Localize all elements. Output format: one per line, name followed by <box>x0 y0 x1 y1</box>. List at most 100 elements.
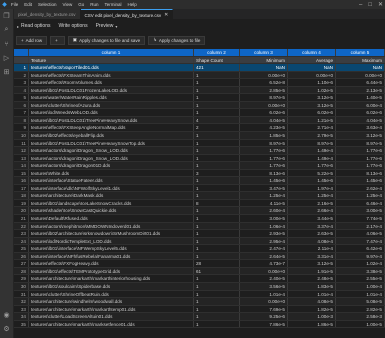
table-cell[interactable]: 2.63e-5 <box>288 230 336 237</box>
table-row[interactable]: 21 textures\Default\Rfused.dds 1 3.00e-5 3.4… <box>14 215 385 223</box>
table-cell[interactable]: 6.00e-4 <box>336 101 385 109</box>
table-row[interactable]: 7 textures\lod\WeedsWebLOD.dds 1 6.02e-6 6.0… <box>14 109 385 117</box>
table-cell[interactable]: 3.37e-4 <box>288 222 336 230</box>
table-cell[interactable]: textures\lb01\effects\TEMPrototypeGrid.d… <box>29 267 194 275</box>
table-row[interactable]: 9 textures\effects\FXSteepAngleNormalMap.… <box>14 124 385 133</box>
table-cell[interactable]: 6.46e-4 <box>336 199 385 207</box>
table-cell[interactable]: 8.13e-6 <box>240 169 288 177</box>
table-cell[interactable]: 0.00e+0 <box>288 71 336 79</box>
table-row[interactable]: 25 textures\lb01\interface\NFWempSkyLevel… <box>14 245 385 253</box>
table-cell[interactable]: 2.17e-4 <box>336 222 385 230</box>
table-cell[interactable]: 1.00e-4 <box>336 282 385 290</box>
table-cell[interactable]: 1 <box>194 101 240 109</box>
table-cell[interactable]: 2.93e-5 <box>240 230 288 237</box>
table-cell[interactable]: 3 <box>194 169 240 177</box>
table-cell[interactable]: 4.23e-5 <box>240 124 288 132</box>
table-cell[interactable]: 1.77e-6 <box>336 147 385 154</box>
table-cell[interactable]: textures\actors\mephitmon\MMDOWNIndoverd… <box>29 222 194 230</box>
table-cell[interactable]: 3.12e-5 <box>288 101 336 109</box>
table-cell[interactable]: 2.11e-4 <box>288 245 336 252</box>
table-cell[interactable]: 6.52e-8 <box>240 79 288 86</box>
table-cell[interactable]: column 4 <box>288 49 336 56</box>
table-cell[interactable]: 1 <box>194 282 240 290</box>
table-row[interactable]: 1 textures\effects\VaporTiled01.dds 421 NaN… <box>14 64 385 72</box>
table-cell[interactable]: 7.74e-5 <box>336 215 385 222</box>
source-control-icon[interactable]: ⑂ <box>0 37 13 51</box>
table-cell[interactable]: 2.82e-5 <box>336 305 385 313</box>
table-cell[interactable]: Maximum <box>336 56 385 64</box>
table-cell[interactable]: 2.58e-3 <box>336 313 385 320</box>
table-cell[interactable]: textures\interface\StatueFateer.dds <box>29 177 194 184</box>
table-cell[interactable]: 6.02e-6 <box>336 109 385 116</box>
table-row[interactable]: 14 textures\actors\dragon\Dragon01D.dds 1 1… <box>14 162 385 170</box>
table-cell[interactable]: 3.38e-5 <box>336 267 385 275</box>
table-row[interactable]: 6 textures\clutter\ShrineofAzura.dds 1 0.00… <box>14 101 385 110</box>
table-cell[interactable]: 1.45e-6 <box>288 177 336 184</box>
table-cell[interactable]: 0.00e+0 <box>240 298 288 305</box>
table-cell[interactable]: 4 <box>194 116 240 124</box>
table-row[interactable]: 10 textures\lb02\effects\eyeballFlip.dds 1… <box>14 132 385 140</box>
table-cell[interactable]: 0.00e+0 <box>240 101 288 109</box>
explorer-icon[interactable]: ❐ <box>0 9 13 23</box>
menu-item-file[interactable]: File <box>11 2 18 7</box>
table-cell[interactable]: 6.42e-6 <box>336 245 385 252</box>
table-cell[interactable]: 1 <box>194 237 240 245</box>
table-cell[interactable]: textures\actors\dragon\Dragon_Snow_LOD.d… <box>29 154 194 162</box>
table-cell[interactable]: 1.83e-5 <box>288 282 336 290</box>
table-cell[interactable]: 2.60e-4 <box>240 207 288 215</box>
table-cell[interactable]: 1 <box>194 154 240 162</box>
table-cell[interactable]: Shape Count <box>194 56 240 64</box>
table-cell[interactable]: 1 <box>194 147 240 154</box>
table-cell[interactable]: 2 <box>194 124 240 132</box>
table-cell[interactable]: textures\effects\RoomVolumes.dds <box>29 79 194 86</box>
table-cell[interactable]: 1.85e-5 <box>240 132 288 139</box>
table-cell[interactable]: 1.01e-4 <box>336 290 385 298</box>
table-cell[interactable]: 1.77e-6 <box>240 162 288 169</box>
table-cell[interactable]: 2.47e-4 <box>240 245 288 252</box>
settings-icon[interactable]: ⚙ <box>0 322 13 336</box>
table-cell[interactable]: textures\effects\VaporTiled01.dds <box>29 64 194 71</box>
table-cell[interactable]: 1 <box>194 86 240 94</box>
table-cell[interactable]: 1.77e-6 <box>336 162 385 169</box>
table-cell[interactable]: textures\shader\Ice\SnowCastQuickie.dds <box>29 207 194 215</box>
table-cell[interactable]: 1 <box>194 305 240 313</box>
table-cell[interactable]: 1 <box>194 184 240 192</box>
table-cell[interactable]: Texture <box>29 56 194 64</box>
table-cell[interactable]: 3.00e-5 <box>336 207 385 215</box>
menu-item-edit[interactable]: Edit <box>24 2 32 7</box>
table-cell[interactable]: 8.13e-6 <box>336 169 385 177</box>
table-row[interactable]: 5 textures\water\WaterRainRipples.dds 1 8.9… <box>14 94 385 102</box>
table-cell[interactable]: 4.73e-7 <box>240 260 288 267</box>
table-cell[interactable]: textures\lb02\architecture\srksnowdown\S… <box>29 230 194 237</box>
table-cell[interactable]: 2.66e-4 <box>288 207 336 215</box>
table-row[interactable]: 18 textures\architecture\DarkMask.dds 1 1.2… <box>14 192 385 200</box>
minimize-icon[interactable]: – <box>359 2 362 8</box>
table-cell[interactable]: 3.44e-5 <box>288 215 336 222</box>
table-cell[interactable]: textures\architecture\markarth\markarthi… <box>29 275 194 282</box>
apply-button[interactable]: ↳ Apply changes to file <box>148 35 206 45</box>
table-cell[interactable]: 1 <box>194 71 240 79</box>
table-cell[interactable]: 1 <box>194 109 240 116</box>
table-cell[interactable]: 1 <box>194 245 240 252</box>
table-cell[interactable]: textures\lb02\effects\eyeballFlip.dds <box>29 132 194 139</box>
table-cell[interactable]: 3.31e-4 <box>288 252 336 260</box>
table-cell[interactable]: 2.55e-5 <box>336 275 385 282</box>
table-cell[interactable]: 1 <box>194 94 240 101</box>
table-row[interactable]: 26 textures\interface\NFhfusRebela\Fanarm… <box>14 252 385 261</box>
table-cell[interactable]: 4.08e-4 <box>288 237 336 245</box>
table-cell[interactable]: 2.64e-5 <box>240 252 288 260</box>
table-row[interactable]: 35 textures\architecture\markarth\markset… <box>14 320 385 329</box>
table-cell[interactable]: textures\effects\FXSteepAngleNormalMap.d… <box>29 124 194 132</box>
tab-csv-file[interactable]: pixel_density_by_texture.csv <box>14 9 81 19</box>
table-cell[interactable]: 4.11e-5 <box>240 199 288 207</box>
table-row[interactable]: 29 textures\architecture\markarth\markart… <box>14 275 385 283</box>
table-cell[interactable]: 1.25e-4 <box>288 192 336 199</box>
table-cell[interactable]: 1.02e-5 <box>288 86 336 94</box>
table-cell[interactable]: 1.21e-5 <box>288 116 336 124</box>
table-cell[interactable]: 4.04e-5 <box>336 116 385 124</box>
table-cell[interactable]: textures\effects\FXSteamThinAnim.dds <box>29 71 194 79</box>
table-cell[interactable]: 1.00e-5 <box>336 320 385 328</box>
table-cell[interactable]: textures\architecture\markarth\marksetfe… <box>29 320 194 328</box>
table-cell[interactable]: 1 <box>194 298 240 305</box>
table-cell[interactable]: 1 <box>194 222 240 230</box>
